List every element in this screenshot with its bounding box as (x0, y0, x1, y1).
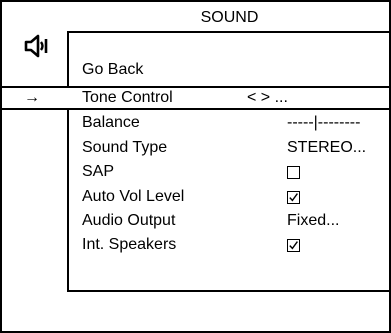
menu-item-label: Sound Type (82, 139, 168, 156)
balance-slider[interactable]: -----|-------- (287, 114, 360, 132)
menu-item-label: SAP (82, 163, 115, 180)
menu-item-label: Audio Output (82, 212, 176, 229)
menu-item-go-back[interactable]: Go Back (0, 58, 391, 82)
menu-title: SOUND (200, 9, 259, 26)
menu-item-int-speakers[interactable]: Int. Speakers (0, 233, 391, 257)
speaker-icon (24, 34, 48, 58)
menu-item-tone-control[interactable]: → Tone Control < > ... (0, 86, 391, 110)
menu-item-label: Int. Speakers (82, 236, 177, 253)
menu-item-value: STEREO... (287, 139, 367, 156)
checkmark-icon (289, 193, 298, 202)
menu-item-label: Tone Control (82, 89, 173, 106)
sap-checkbox[interactable] (287, 166, 300, 179)
menu-item-auto-vol-level[interactable]: Auto Vol Level (0, 185, 391, 209)
int-speakers-checkbox[interactable] (287, 239, 300, 252)
auto-vol-level-checkbox[interactable] (287, 191, 300, 204)
menu-item-value: < > ... (247, 89, 288, 106)
selection-arrow-icon: → (24, 89, 40, 106)
menu-item-audio-output[interactable]: Audio Output Fixed... (0, 209, 391, 233)
list-bottom-border (68, 290, 391, 292)
menu-item-sap[interactable]: SAP (0, 160, 391, 184)
menu-item-value: Fixed... (287, 212, 340, 229)
menu-item-label: Auto Vol Level (82, 188, 185, 205)
menu-item-label: Balance (82, 114, 140, 131)
menu-item-balance[interactable]: Balance -----|-------- (0, 111, 391, 135)
menu-item-sound-type[interactable]: Sound Type STEREO... (0, 136, 391, 160)
menu-item-label: Go Back (82, 61, 144, 78)
checkmark-icon (289, 241, 298, 250)
title-divider (68, 31, 391, 33)
